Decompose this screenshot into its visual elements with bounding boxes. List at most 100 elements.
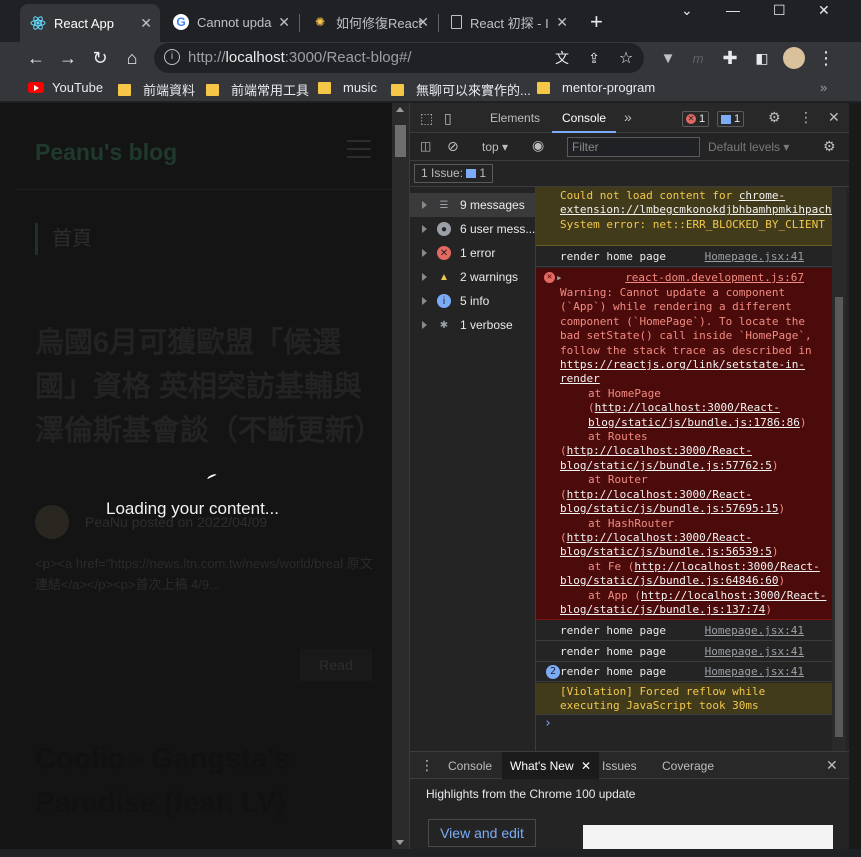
settings-gear-icon[interactable]: ⚙ <box>768 109 781 126</box>
sidebar-item-messages[interactable]: ☰ 9 messages <box>410 193 536 217</box>
extensions-puzzle-icon[interactable]: ✚ <box>718 46 742 70</box>
stack-link[interactable]: http://localhost:3000/React-blog/static/… <box>560 531 772 558</box>
new-tab-icon[interactable]: + <box>590 9 603 35</box>
more-bookmarks-icon[interactable]: » <box>820 80 827 95</box>
home-icon[interactable]: ⌂ <box>120 46 144 70</box>
tab-console[interactable]: Console <box>552 103 617 133</box>
bookmark-folder[interactable]: 前端資料 <box>118 80 195 99</box>
extension-m-icon[interactable]: m <box>686 46 710 70</box>
scroll-down-icon[interactable] <box>396 840 404 845</box>
close-tab-icon[interactable]: ✕ <box>278 14 290 31</box>
drawer-tab-whats-new[interactable]: What's New ✕ <box>502 752 600 780</box>
console-settings-icon[interactable]: ⚙ <box>823 138 836 155</box>
profile-avatar[interactable] <box>782 46 806 70</box>
drawer-tab-issues[interactable]: Issues <box>594 752 645 780</box>
tab-elements[interactable]: Elements <box>480 103 550 133</box>
view-and-edit-link[interactable]: View and edit <box>428 819 536 847</box>
scroll-up-icon[interactable] <box>396 107 404 112</box>
source-link[interactable]: react-dom.development.js:67 <box>625 271 804 285</box>
error-count-badge[interactable]: ✕ 1 <box>682 111 710 127</box>
drawer-tab-coverage[interactable]: Coverage <box>654 752 722 780</box>
sidebar-item-info[interactable]: i5 info <box>410 289 536 313</box>
bookmark-folder[interactable]: music <box>318 80 377 95</box>
vue-devtools-icon[interactable]: ▼ <box>656 46 680 70</box>
scrollbar-thumb[interactable] <box>835 297 843 737</box>
bookmark-folder[interactable]: mentor-program <box>537 80 655 95</box>
sidebar-item-warnings[interactable]: ▲ 2 warnings <box>410 265 536 289</box>
close-drawer-icon[interactable]: ✕ <box>826 757 838 774</box>
source-link[interactable]: Homepage.jsx:41 <box>705 250 804 264</box>
console-scrollbar[interactable] <box>832 187 846 751</box>
source-link[interactable]: Homepage.jsx:41 <box>705 645 804 659</box>
expand-caret-icon[interactable]: ▸ <box>556 271 563 284</box>
source-link[interactable]: Homepage.jsx:41 <box>705 624 804 638</box>
share-icon[interactable]: ⇪ <box>582 46 606 70</box>
source-link[interactable]: Homepage.jsx:41 <box>705 665 804 679</box>
bookmark-youtube[interactable]: YouTube <box>28 80 103 95</box>
stack-link[interactable]: http://localhost:3000/React-blog/static/… <box>560 444 772 471</box>
side-panel-icon[interactable]: ◧ <box>750 46 774 70</box>
sidebar-item-verbose[interactable]: ✱ 1 verbose <box>410 313 536 337</box>
message-count-badge[interactable]: 1 <box>717 111 745 127</box>
translate-icon[interactable]: 文 <box>550 46 574 70</box>
bookmark-label: 前端資料 <box>143 83 196 98</box>
tab-react-app[interactable]: React App ✕ <box>20 4 160 42</box>
console-log-row: render home page Homepage.jsx:41 <box>536 642 832 662</box>
inspect-element-icon[interactable]: ⬚ <box>420 110 433 127</box>
close-devtools-icon[interactable]: ✕ <box>828 109 840 126</box>
issues-button[interactable]: 1 Issue: 1 <box>414 164 494 183</box>
address-url[interactable]: http://localhost:3000/React-blog#/ <box>188 49 412 66</box>
sidebar-item-user-messages[interactable]: ● 6 user mess... <box>410 217 536 241</box>
device-toolbar-icon[interactable]: ▯ <box>444 110 452 127</box>
close-tab-icon[interactable]: ✕ <box>417 14 429 31</box>
forward-icon[interactable]: → <box>56 46 80 70</box>
tab-cannot-update[interactable]: G Cannot upda ✕ <box>163 6 298 38</box>
maximize-icon[interactable]: ☐ <box>773 2 786 19</box>
minimize-icon[interactable]: — <box>726 2 740 18</box>
bookmark-star-icon[interactable]: ☆ <box>614 46 638 70</box>
bookmark-folder[interactable]: 前端常用工具 <box>206 80 309 99</box>
post-title[interactable]: 烏國6月可獲歐盟「候選國」資格 英相突訪基輔與澤倫斯基會談（不斷更新） <box>35 321 383 453</box>
back-icon[interactable]: ← <box>24 46 48 70</box>
tab-search-icon[interactable]: ⌄ <box>681 2 693 19</box>
reload-icon[interactable]: ↻ <box>88 46 112 70</box>
tab-react-fix[interactable]: ✺ 如何修復React ✕ <box>302 6 437 38</box>
page-scrollbar[interactable] <box>392 103 409 849</box>
context-selector[interactable]: top ▾ <box>482 140 508 154</box>
devtools-menu-icon[interactable]: ⋮ <box>799 109 813 126</box>
stack-link[interactable]: http://localhost:3000/React-blog/static/… <box>588 401 800 428</box>
react-icon <box>30 15 46 31</box>
close-tab-icon[interactable]: ✕ <box>140 15 152 32</box>
tab-react-intro[interactable]: React 初探 - I ✕ <box>441 6 576 38</box>
post-title[interactable]: Coolio - Gangsta's Paradise (feat. LV) <box>35 737 375 825</box>
sidebar-item-errors[interactable]: ✕ 1 error <box>410 241 536 265</box>
drawer-tab-console[interactable]: Console <box>440 752 500 780</box>
whats-new-panel: Highlights from the Chrome 100 update Vi… <box>410 779 861 849</box>
hamburger-menu-icon[interactable] <box>347 140 371 158</box>
google-icon: G <box>173 14 189 30</box>
scrollbar-thumb[interactable] <box>395 125 406 157</box>
clear-console-icon[interactable]: ⊘ <box>447 138 459 155</box>
site-info-icon[interactable]: i <box>164 49 180 65</box>
console-prompt-icon[interactable]: › <box>544 716 552 731</box>
close-window-icon[interactable]: ✕ <box>818 2 830 19</box>
close-icon[interactable]: ✕ <box>581 759 591 773</box>
stack-link[interactable]: http://localhost:3000/React-blog/static/… <box>560 488 779 515</box>
docs-link[interactable]: https://reactjs.org/link/setstate-in-ren… <box>560 358 805 385</box>
warning-icon: ▲ <box>439 271 449 283</box>
bookmark-folder[interactable]: 無聊可以來實作的... <box>391 80 531 99</box>
message-icon <box>721 114 731 124</box>
sidebar-toggle-icon[interactable]: ◫ <box>420 139 431 153</box>
more-tabs-icon[interactable]: » <box>624 109 632 125</box>
folder-icon <box>206 83 219 96</box>
filter-input[interactable]: Filter <box>567 137 700 157</box>
console-violation: [Violation] Forced reflow while executin… <box>536 683 832 715</box>
log-levels-dropdown[interactable]: Default levels ▾ <box>708 140 789 154</box>
address-bar[interactable]: i http://localhost:3000/React-blog#/ 文 ⇪… <box>154 43 644 73</box>
read-button[interactable]: Read <box>300 649 372 681</box>
eye-icon[interactable]: ◉ <box>532 137 544 154</box>
close-tab-icon[interactable]: ✕ <box>556 14 568 31</box>
site-title[interactable]: Peanu's blog <box>35 139 177 166</box>
drawer-menu-icon[interactable]: ⋮ <box>420 757 434 774</box>
menu-kebab-icon[interactable]: ⋮ <box>814 46 838 70</box>
